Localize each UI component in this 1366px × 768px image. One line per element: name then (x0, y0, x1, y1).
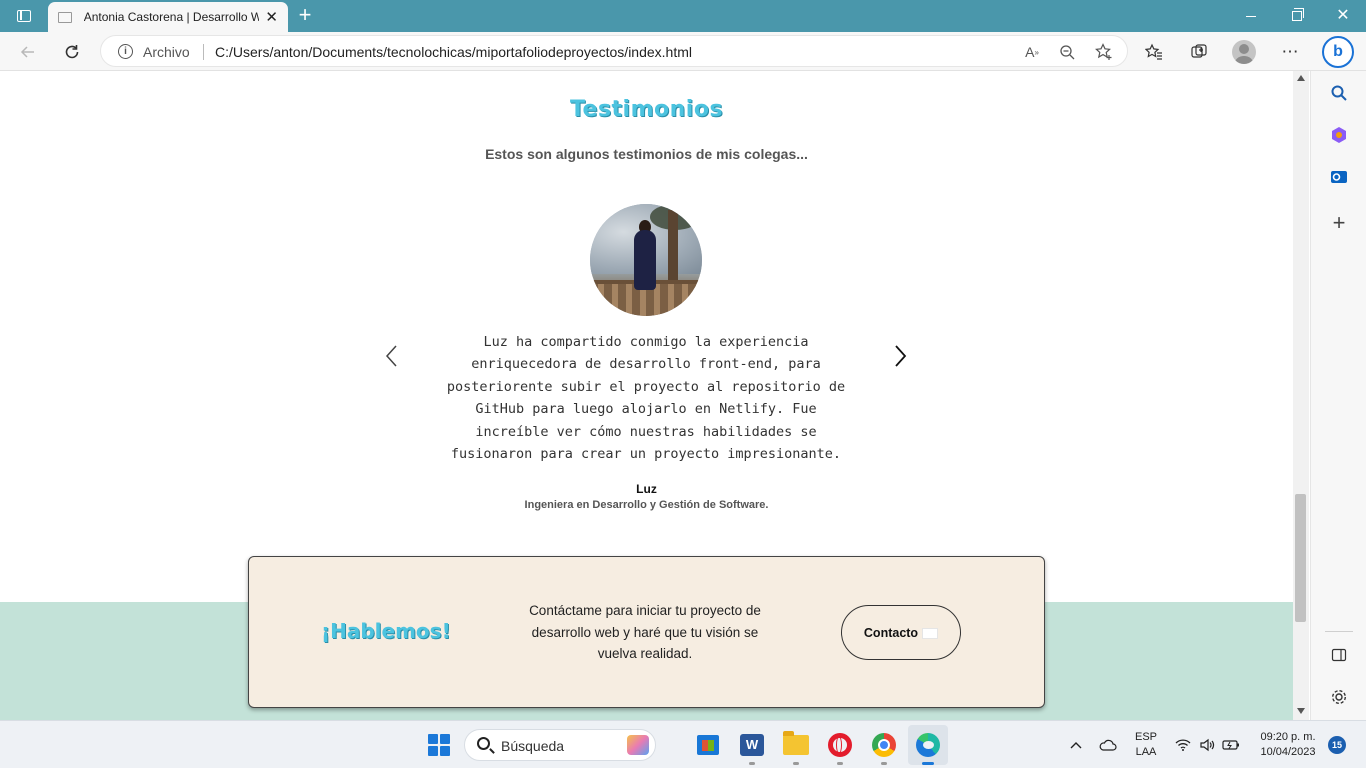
store-icon (697, 735, 719, 755)
favorites-icon[interactable] (1140, 38, 1168, 66)
onedrive-cloud-icon[interactable] (1096, 721, 1120, 768)
cta-text: Contáctame para iniciar tu proyecto de d… (529, 603, 761, 661)
testimonials-title: Testimonios (569, 97, 724, 122)
scroll-up-arrow-icon[interactable] (1297, 75, 1305, 81)
page-favicon-icon (58, 11, 72, 23)
browser-toolbar: i Archivo C:/Users/anton/Documents/tecno… (0, 32, 1366, 71)
settings-gear-icon[interactable] (1327, 685, 1351, 709)
language-code: ESP (1134, 731, 1157, 743)
add-favorite-icon[interactable] (1093, 41, 1115, 63)
wifi-icon[interactable] (1172, 721, 1194, 768)
taskbar-search[interactable]: Búsqueda (464, 729, 656, 761)
opera-icon (828, 733, 852, 757)
carousel-next-button[interactable] (889, 341, 913, 371)
windows-taskbar: Búsqueda W ESP LAA 09:20 p. m. 10/04/202… (0, 720, 1366, 768)
tab-title: Antonia Castorena | Desarrollo W (83, 10, 260, 24)
tab-active[interactable]: Antonia Castorena | Desarrollo W ✕ (48, 2, 288, 32)
testimonial-author: Luz (636, 482, 657, 496)
collections-icon[interactable] (1185, 38, 1213, 66)
title-bar: Antonia Castorena | Desarrollo W ✕ + ✕ (0, 0, 1366, 32)
more-options-icon[interactable]: ⋯ (1276, 38, 1304, 66)
tab-close-icon[interactable]: ✕ (265, 10, 278, 25)
add-sidebar-app-icon[interactable]: + (1327, 210, 1351, 235)
search-highlight-icon (627, 735, 649, 755)
back-arrow-icon (20, 46, 34, 58)
address-separator (203, 44, 204, 60)
system-clock[interactable]: 09:20 p. m. 10/04/2023 (1246, 730, 1330, 760)
cta-title: ¡Hablemos! (321, 619, 451, 643)
read-aloud-icon[interactable]: A» (1021, 41, 1043, 63)
chevron-left-icon (385, 345, 397, 367)
sidebar-divider (1325, 631, 1353, 632)
address-prefix: Archivo (143, 44, 190, 60)
taskbar-store[interactable] (692, 729, 724, 761)
testimonial-quote: Luz ha compartido conmigo la experiencia… (446, 334, 846, 463)
restore-button[interactable] (1274, 0, 1320, 32)
scroll-thumb[interactable] (1295, 494, 1306, 622)
search-icon[interactable] (1327, 81, 1351, 105)
edge-sidebar: + (1310, 71, 1366, 720)
back-button[interactable] (14, 38, 42, 66)
scroll-down-arrow-icon[interactable] (1297, 708, 1305, 714)
close-window-button[interactable]: ✕ (1320, 0, 1366, 32)
hide-sidebar-icon[interactable] (1327, 643, 1351, 667)
taskbar-search-placeholder: Búsqueda (501, 738, 565, 754)
edge-icon (916, 733, 940, 757)
folder-icon (783, 731, 809, 755)
testimonial-avatar (590, 204, 702, 316)
contact-button-label: Contacto (863, 625, 919, 640)
taskbar-chrome[interactable] (868, 729, 900, 765)
reload-icon (65, 45, 79, 59)
word-icon: W (740, 734, 764, 756)
taskbar-word[interactable]: W (736, 729, 768, 765)
profile-avatar[interactable] (1232, 40, 1256, 64)
taskbar-explorer[interactable] (780, 729, 812, 765)
bing-chat-icon[interactable]: b (1322, 36, 1354, 68)
contact-button[interactable]: Contacto (841, 605, 961, 660)
zoom-out-icon[interactable] (1056, 41, 1078, 63)
reload-button[interactable] (58, 38, 86, 66)
chrome-icon (872, 733, 896, 757)
search-icon (477, 737, 490, 750)
contact-cta-card: ¡Hablemos! Contáctame para iniciar tu pr… (248, 556, 1045, 708)
start-windows-icon[interactable] (428, 734, 450, 756)
language-indicator[interactable]: ESP LAA (1130, 730, 1162, 760)
chevron-right-icon (895, 345, 907, 367)
tab-actions-icon[interactable] (8, 4, 40, 28)
clock-date: 10/04/2023 (1260, 746, 1316, 758)
notification-badge[interactable]: 15 (1328, 736, 1346, 754)
taskbar-opera[interactable] (824, 729, 856, 765)
address-bar[interactable]: i Archivo C:/Users/anton/Documents/tecno… (100, 35, 1128, 67)
carousel-prev-button[interactable] (379, 341, 403, 371)
battery-icon[interactable] (1220, 721, 1242, 768)
keyboard-layout: LAA (1135, 746, 1157, 758)
testimonials-subtitle: Estos son algunos testimonios de mis col… (485, 146, 808, 162)
page-scrollbar[interactable] (1293, 71, 1309, 720)
minimize-button[interactable] (1228, 0, 1274, 32)
envelope-icon (922, 628, 939, 639)
tray-overflow-chevron-icon[interactable] (1066, 721, 1086, 768)
copilot-icon[interactable] (1327, 123, 1351, 147)
info-icon[interactable]: i (118, 44, 133, 59)
testimonial-role: Ingeniera en Desarrollo y Gestión de Sof… (524, 499, 769, 511)
new-tab-button[interactable]: + (292, 4, 318, 28)
url-text[interactable]: C:/Users/anton/Documents/tecnolochicas/m… (215, 44, 692, 60)
taskbar-edge[interactable] (912, 729, 944, 765)
page-viewport: Testimonios Estos son algunos testimonio… (0, 71, 1293, 720)
clock-time: 09:20 p. m. (1260, 731, 1316, 743)
outlook-icon[interactable] (1327, 165, 1351, 189)
volume-icon[interactable] (1196, 721, 1218, 768)
